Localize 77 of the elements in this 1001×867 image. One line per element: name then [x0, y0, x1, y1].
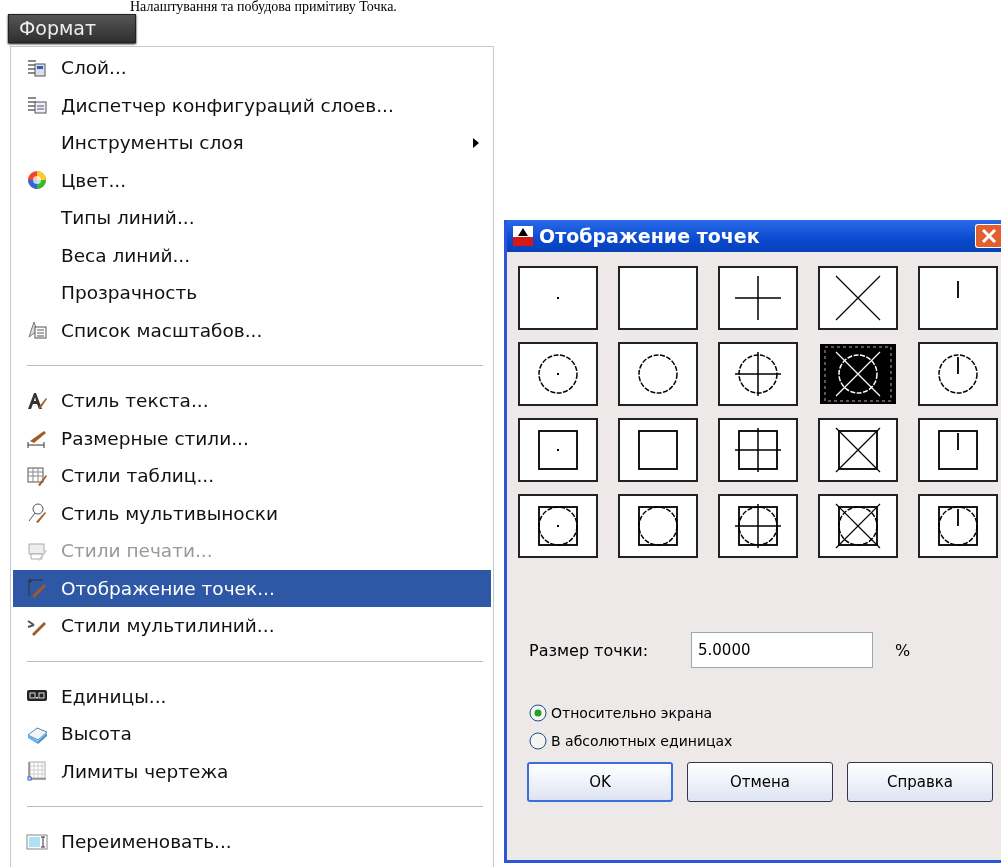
- point-symbol-icon: [638, 506, 678, 546]
- point-symbol-icon: [734, 427, 782, 473]
- heading-text: Налаштування та побудова примітиву Точка.: [130, 0, 397, 14]
- dialog-button[interactable]: Справка: [847, 762, 993, 802]
- dialog-title: Отображение точек: [539, 225, 761, 247]
- table-style-icon: [26, 464, 48, 487]
- point-symbol-icon: [938, 506, 978, 546]
- menu-item[interactable]: Единицы...: [13, 677, 491, 715]
- menu-item[interactable]: Стили таблиц...: [13, 457, 491, 495]
- point-style-option[interactable]: [518, 494, 598, 558]
- point-style-icon: [26, 577, 48, 600]
- point-symbol-icon: [538, 506, 578, 546]
- grid-icon: [26, 760, 48, 783]
- point-style-option[interactable]: [618, 266, 698, 330]
- point-style-option[interactable]: [818, 266, 898, 330]
- radio-option[interactable]: Относительно экрана: [529, 704, 713, 722]
- point-symbol-icon: [638, 430, 678, 470]
- app-icon: [513, 226, 533, 246]
- menu-item[interactable]: Веса линий...: [13, 236, 491, 274]
- point-symbol-icon: [734, 503, 782, 549]
- menu-item[interactable]: Стили мультилиний...: [13, 607, 491, 645]
- menu-item[interactable]: Цвет...: [13, 161, 491, 199]
- size-label: Размер точки:: [529, 640, 650, 660]
- menu-item[interactable]: Инструменты слоя: [13, 124, 491, 162]
- point-style-option[interactable]: [618, 494, 698, 558]
- point-symbol-icon: [538, 430, 578, 470]
- menu-item[interactable]: Отображение точек...: [13, 569, 491, 607]
- point-style-option[interactable]: [518, 418, 598, 482]
- point-symbol-icon: [538, 354, 578, 394]
- point-style-option[interactable]: [518, 342, 598, 406]
- leader-style-icon: [26, 502, 48, 525]
- point-symbol-icon: [835, 275, 881, 321]
- point-symbol-icon: [938, 354, 978, 394]
- point-style-option[interactable]: [918, 494, 998, 558]
- point-style-option[interactable]: [918, 418, 998, 482]
- point-symbol-icon: [835, 503, 881, 549]
- menu-item[interactable]: Лимиты чертежа: [13, 752, 491, 790]
- point-symbol-icon: [956, 280, 960, 298]
- point-symbol-icon: [938, 430, 978, 470]
- point-style-option[interactable]: [618, 342, 698, 406]
- scale-list-icon: [26, 319, 48, 342]
- dialog-button[interactable]: Отмена: [687, 762, 833, 802]
- point-symbol-icon: [835, 427, 881, 473]
- menu-item[interactable]: Слой...: [13, 49, 491, 87]
- menu-item[interactable]: Список масштабов...: [13, 311, 491, 349]
- point-style-option[interactable]: [718, 494, 798, 558]
- point-style-option[interactable]: [718, 266, 798, 330]
- dialog-button[interactable]: OK: [527, 762, 673, 802]
- color-wheel-icon: [26, 169, 48, 192]
- point-style-option[interactable]: [718, 342, 798, 406]
- point-style-option[interactable]: [618, 418, 698, 482]
- close-button[interactable]: [975, 224, 1001, 248]
- menu-item[interactable]: Стиль текста...: [13, 382, 491, 420]
- layer-stack-icon: [26, 94, 48, 117]
- point-symbol-icon: [820, 344, 896, 404]
- point-symbol-icon: [556, 296, 560, 300]
- radio-option[interactable]: В абсолютных единицах: [529, 732, 733, 750]
- menu-item[interactable]: Типы линий...: [13, 199, 491, 237]
- point-symbol-icon: [638, 354, 678, 394]
- size-field[interactable]: 5.0000: [691, 632, 873, 668]
- unit-label: %: [895, 640, 911, 660]
- menu-item[interactable]: Размерные стили...: [13, 419, 491, 457]
- menu-item[interactable]: Прозрачность: [13, 274, 491, 312]
- point-style-option[interactable]: [918, 342, 998, 406]
- point-style-option[interactable]: [818, 494, 898, 558]
- point-style-option[interactable]: [718, 418, 798, 482]
- menu-item[interactable]: Стиль мультивыноски: [13, 494, 491, 532]
- point-symbol-icon: [734, 275, 782, 321]
- menu-item[interactable]: Переименовать...: [13, 823, 491, 861]
- point-style-option[interactable]: [518, 266, 598, 330]
- menu-bar-item[interactable]: Формат: [8, 14, 136, 43]
- point-style-option[interactable]: [818, 418, 898, 482]
- point-symbol-icon: [734, 351, 782, 397]
- point-style-option[interactable]: [918, 266, 998, 330]
- menu-item[interactable]: Диспетчер конфигураций слоев...: [13, 86, 491, 124]
- menu-item[interactable]: Высота: [13, 715, 491, 753]
- close-icon: [980, 228, 997, 244]
